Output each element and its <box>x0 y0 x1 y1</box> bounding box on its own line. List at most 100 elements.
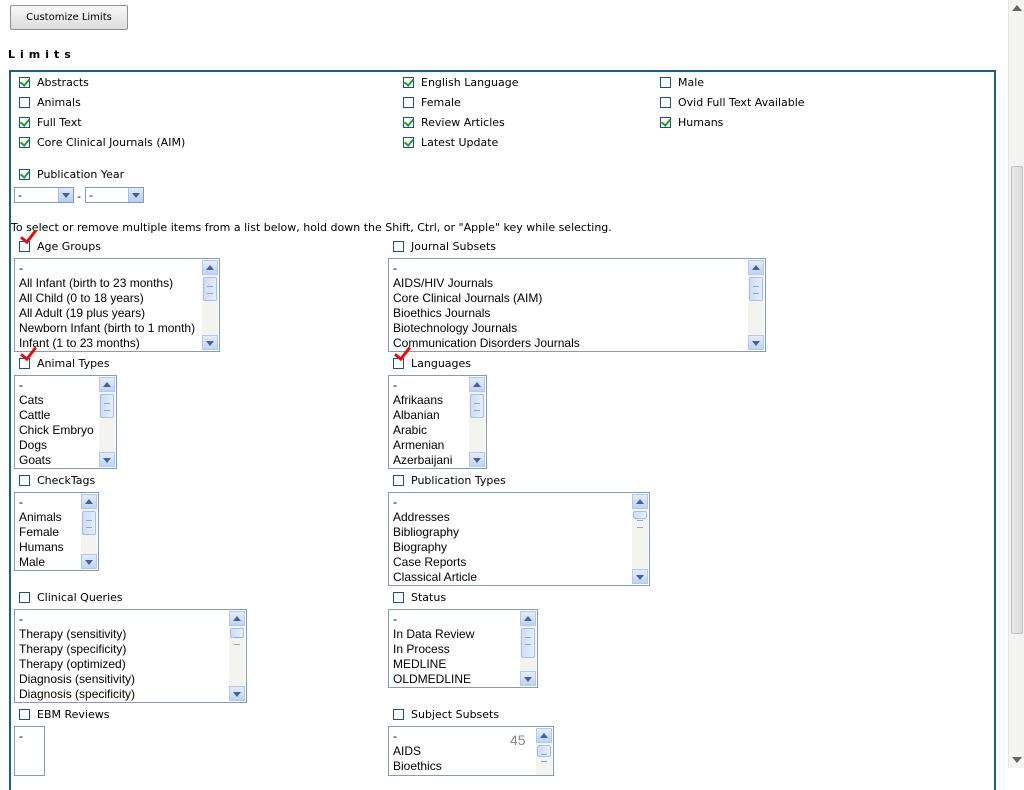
scroll-up-icon[interactable] <box>632 494 648 509</box>
journal-subsets-list[interactable]: - AIDS/HIV Journals Core Clinical Journa… <box>388 258 766 352</box>
list-item[interactable]: MEDLINE <box>393 657 474 672</box>
list-item[interactable]: - <box>19 261 195 276</box>
scroll-up-icon[interactable] <box>81 494 97 509</box>
scroll-down-icon[interactable] <box>202 335 218 350</box>
age-groups-list[interactable]: - All Infant (birth to 23 months) All Ch… <box>14 258 220 352</box>
list-item[interactable]: - <box>19 495 64 510</box>
publication-year-from-select[interactable]: - <box>14 187 74 203</box>
list-item[interactable]: Therapy (specificity) <box>19 642 135 657</box>
list-item[interactable]: - <box>393 495 477 510</box>
list-item[interactable]: Male <box>19 555 64 570</box>
scroll-thumb[interactable] <box>100 394 114 418</box>
abstracts-checkbox[interactable] <box>19 76 31 88</box>
page-scroll-thumb[interactable] <box>1011 166 1023 634</box>
list-item[interactable]: Case Reports <box>393 555 477 570</box>
list-item[interactable]: - <box>19 729 23 744</box>
status-checkbox[interactable] <box>393 592 404 603</box>
list-item[interactable]: Bioethics <box>393 759 442 774</box>
scroll-down-icon[interactable] <box>632 569 648 584</box>
list-item[interactable]: Chick Embryo <box>19 423 94 438</box>
customize-limits-button[interactable]: Customize Limits <box>10 5 128 30</box>
ebm-reviews-checkbox[interactable] <box>19 709 30 720</box>
scroll-up-icon[interactable] <box>748 260 764 275</box>
languages-list[interactable]: - Afrikaans Albanian Arabic Armenian Aze… <box>388 375 487 469</box>
list-item[interactable]: Biography <box>393 540 477 555</box>
list-item[interactable]: Classical Article <box>393 570 477 585</box>
female-checkbox[interactable] <box>403 97 414 108</box>
male-checkbox[interactable] <box>660 77 671 88</box>
latest-update-checkbox[interactable] <box>403 136 415 148</box>
list-item[interactable]: Infant (1 to 23 months) <box>19 336 195 351</box>
list-item[interactable]: Bibliography <box>393 525 477 540</box>
scroll-down-icon[interactable] <box>520 671 536 686</box>
list-scrollbar[interactable] <box>632 494 648 584</box>
clinical-queries-list[interactable]: - Therapy (sensitivity) Therapy (specifi… <box>14 609 247 703</box>
checktags-list[interactable]: - Animals Female Humans Male <box>14 492 99 571</box>
list-item[interactable]: Cats <box>19 393 94 408</box>
list-item[interactable]: Afrikaans <box>393 393 452 408</box>
list-scrollbar[interactable] <box>469 377 485 467</box>
publication-year-to-select[interactable]: - <box>85 187 144 203</box>
ovid-full-text-checkbox[interactable] <box>660 97 671 108</box>
list-item[interactable]: Dogs <box>19 438 94 453</box>
status-list[interactable]: - In Data Review In Process MEDLINE OLDM… <box>388 609 538 688</box>
scroll-thumb[interactable] <box>470 394 484 418</box>
subject-subsets-list[interactable]: - AIDS Bioethics <box>388 726 554 776</box>
list-item[interactable]: Core Clinical Journals (AIM) <box>393 291 580 306</box>
list-item[interactable]: - <box>19 378 94 393</box>
checktags-checkbox[interactable] <box>19 475 30 486</box>
scroll-down-icon[interactable] <box>99 452 115 467</box>
scroll-up-icon[interactable] <box>229 611 245 626</box>
list-item[interactable]: Azerbaijani <box>393 453 452 468</box>
list-item[interactable]: Albanian <box>393 408 452 423</box>
full-text-checkbox[interactable] <box>19 116 31 128</box>
list-item[interactable]: Therapy (optimized) <box>19 657 135 672</box>
list-item[interactable]: Armenian <box>393 438 452 453</box>
scroll-up-icon[interactable] <box>202 260 218 275</box>
scroll-down-icon[interactable] <box>1011 754 1023 766</box>
list-scrollbar[interactable] <box>202 260 218 350</box>
list-item[interactable]: Biotechnology Journals <box>393 321 580 336</box>
list-scrollbar[interactable] <box>748 260 764 350</box>
humans-checkbox[interactable] <box>660 116 672 128</box>
scroll-thumb[interactable] <box>749 277 763 301</box>
list-item[interactable]: Addresses <box>393 510 477 525</box>
list-item[interactable]: - <box>19 612 135 627</box>
list-item[interactable]: In Process <box>393 642 474 657</box>
list-item[interactable]: - <box>393 261 580 276</box>
review-articles-checkbox[interactable] <box>403 116 415 128</box>
publication-types-list[interactable]: - Addresses Bibliography Biography Case … <box>388 492 650 586</box>
publication-year-checkbox[interactable] <box>19 168 31 180</box>
list-item[interactable]: Cattle <box>19 408 94 423</box>
scroll-up-icon[interactable] <box>99 377 115 392</box>
list-item[interactable]: Newborn Infant (birth to 1 month) <box>19 321 195 336</box>
list-item[interactable]: Therapy (sensitivity) <box>19 627 135 642</box>
english-language-checkbox[interactable] <box>403 76 415 88</box>
list-item[interactable]: Communication Disorders Journals <box>393 336 580 351</box>
list-item[interactable]: All Infant (birth to 23 months) <box>19 276 195 291</box>
scroll-thumb[interactable] <box>82 511 96 535</box>
scroll-thumb[interactable] <box>203 277 217 301</box>
scroll-down-icon[interactable] <box>469 452 485 467</box>
scroll-thumb[interactable] <box>537 745 551 762</box>
scroll-up-icon[interactable] <box>1011 2 1023 14</box>
scroll-up-icon[interactable] <box>536 728 552 743</box>
list-item[interactable]: - <box>393 612 474 627</box>
list-item[interactable]: Female <box>19 525 64 540</box>
page-scrollbar[interactable] <box>1008 0 1024 768</box>
list-scrollbar[interactable] <box>229 611 245 701</box>
scroll-down-icon[interactable] <box>229 686 245 701</box>
list-item[interactable]: Animals <box>19 510 64 525</box>
list-item[interactable]: Diagnosis (sensitivity) <box>19 672 135 687</box>
journal-subsets-checkbox[interactable] <box>393 241 404 252</box>
list-scrollbar[interactable] <box>81 494 97 569</box>
list-item[interactable]: Bioethics Journals <box>393 306 580 321</box>
list-scrollbar[interactable] <box>536 728 552 775</box>
list-item[interactable]: Arabic <box>393 423 452 438</box>
list-item[interactable]: All Adult (19 plus years) <box>19 306 195 321</box>
scroll-thumb[interactable] <box>521 628 535 658</box>
core-clinical-journals-checkbox[interactable] <box>19 136 31 148</box>
animals-checkbox[interactable] <box>19 97 30 108</box>
scroll-thumb[interactable] <box>633 511 647 528</box>
list-item[interactable]: OLDMEDLINE <box>393 672 474 687</box>
